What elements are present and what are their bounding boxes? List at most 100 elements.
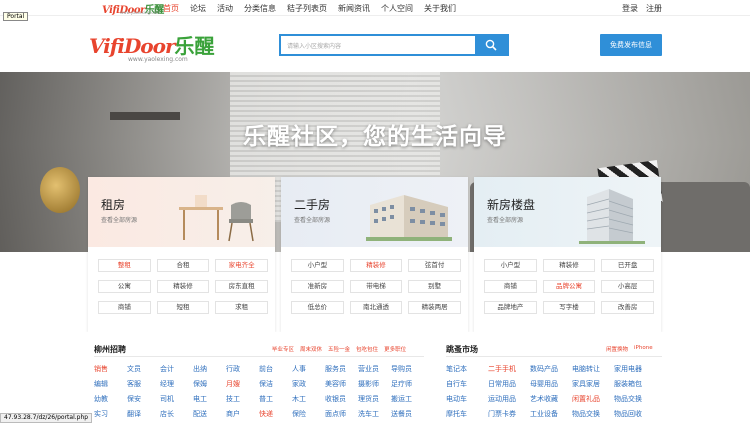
job-category-link[interactable]: 配送 <box>193 409 226 419</box>
nav-link[interactable]: 关于我们 <box>424 3 456 14</box>
nav-link[interactable]: 秸子列表页 <box>287 3 327 14</box>
tag-button[interactable]: 准新房 <box>291 280 344 293</box>
tag-button[interactable]: 精装修 <box>156 280 210 293</box>
market-category-link[interactable]: 物品交换 <box>614 394 656 404</box>
market-category-link[interactable]: 艺术收藏 <box>530 394 572 404</box>
job-category-link[interactable]: 会计 <box>160 364 193 374</box>
job-category-link[interactable]: 出纳 <box>193 364 226 374</box>
tag-button[interactable]: 小高层 <box>601 280 654 293</box>
tag-button[interactable]: 小户型 <box>291 259 344 272</box>
card-title[interactable]: 租房 <box>101 196 125 213</box>
jobs-quick-link[interactable]: 包吃包住 <box>356 345 378 353</box>
job-category-link[interactable]: 编辑 <box>94 379 127 389</box>
tag-button[interactable]: 合租 <box>156 259 210 272</box>
job-category-link[interactable]: 人事 <box>292 364 325 374</box>
job-category-link[interactable]: 保安 <box>127 394 160 404</box>
job-category-link[interactable]: 美容师 <box>325 379 358 389</box>
card-subtitle[interactable]: 查看全部房源 <box>487 215 523 224</box>
job-category-link[interactable]: 搬运工 <box>391 394 424 404</box>
market-category-link[interactable]: 摩托车 <box>446 409 488 419</box>
market-category-link[interactable]: 物品回收 <box>614 409 656 419</box>
tag-button[interactable]: 房东直租 <box>215 280 268 293</box>
job-category-link[interactable]: 营业员 <box>358 364 391 374</box>
market-category-link[interactable]: 门票卡券 <box>488 409 530 419</box>
market-category-link[interactable]: 笔记本 <box>446 364 488 374</box>
job-category-link[interactable]: 保姆 <box>193 379 226 389</box>
site-logo[interactable]: VifiDoor乐醒 <box>89 30 215 59</box>
market-category-link[interactable]: 数码产品 <box>530 364 572 374</box>
job-category-link[interactable]: 足疗师 <box>391 379 424 389</box>
job-category-link[interactable]: 服务员 <box>325 364 358 374</box>
register-link[interactable]: 注册 <box>646 3 662 14</box>
job-category-link[interactable]: 普工 <box>259 394 292 404</box>
market-category-link[interactable]: 家具家居 <box>572 379 614 389</box>
market-category-link[interactable]: 服装箱包 <box>614 379 656 389</box>
jobs-quick-link[interactable]: 更多职位 <box>384 345 406 353</box>
nav-link[interactable]: 个人空间 <box>381 3 413 14</box>
nav-link[interactable]: 首页 <box>163 3 179 14</box>
market-category-link[interactable]: 电动车 <box>446 394 488 404</box>
search-input[interactable]: 请输入小区搜索内容 <box>287 41 341 50</box>
tag-button[interactable]: 家电齐全 <box>215 259 268 272</box>
job-category-link[interactable]: 实习 <box>94 409 127 419</box>
job-category-link[interactable]: 技工 <box>226 394 259 404</box>
market-category-link[interactable]: 自行车 <box>446 379 488 389</box>
job-category-link[interactable]: 保险 <box>292 409 325 419</box>
tag-button[interactable]: 品牌地产 <box>484 301 537 314</box>
market-quick-link[interactable]: 闲置换物 <box>606 345 628 353</box>
market-category-link[interactable]: 运动用品 <box>488 394 530 404</box>
job-category-link[interactable]: 月嫂 <box>226 379 259 389</box>
market-category-link[interactable]: 工业设备 <box>530 409 572 419</box>
tag-button[interactable]: 公寓 <box>98 280 151 293</box>
market-category-link[interactable]: 电脑转让 <box>572 364 614 374</box>
jobs-quick-link[interactable]: 五险一金 <box>328 345 350 353</box>
job-category-link[interactable]: 文员 <box>127 364 160 374</box>
publish-button[interactable]: 免费发布信息 <box>600 34 662 56</box>
tag-button[interactable]: 低总价 <box>291 301 344 314</box>
job-category-link[interactable]: 电工 <box>193 394 226 404</box>
job-category-link[interactable]: 店长 <box>160 409 193 419</box>
tag-button[interactable]: 精装修 <box>542 259 596 272</box>
login-link[interactable]: 登录 <box>622 3 638 14</box>
job-category-link[interactable]: 摄影师 <box>358 379 391 389</box>
tag-button[interactable]: 精装修 <box>349 259 403 272</box>
card-title[interactable]: 二手房 <box>294 196 330 213</box>
jobs-section-title[interactable]: 柳州招聘 <box>94 344 126 355</box>
tag-button[interactable]: 小户型 <box>484 259 537 272</box>
market-category-link[interactable]: 家用电器 <box>614 364 656 374</box>
job-category-link[interactable]: 经理 <box>160 379 193 389</box>
tag-button[interactable]: 弦首付 <box>408 259 461 272</box>
job-category-link[interactable]: 收银员 <box>325 394 358 404</box>
tag-button[interactable]: 求租 <box>215 301 268 314</box>
nav-link[interactable]: 分类信息 <box>244 3 276 14</box>
job-category-link[interactable]: 送餐员 <box>391 409 424 419</box>
tag-button[interactable]: 带电梯 <box>349 280 403 293</box>
job-category-link[interactable]: 前台 <box>259 364 292 374</box>
card-subtitle[interactable]: 查看全部房源 <box>294 215 330 224</box>
card-subtitle[interactable]: 查看全部房源 <box>101 215 137 224</box>
tag-button[interactable]: 品牌公寓 <box>542 280 596 293</box>
tag-button[interactable]: 商铺 <box>484 280 537 293</box>
job-category-link[interactable]: 家政 <box>292 379 325 389</box>
tag-button[interactable]: 改善房 <box>601 301 654 314</box>
job-category-link[interactable]: 理货员 <box>358 394 391 404</box>
market-category-link[interactable]: 物品交换 <box>572 409 614 419</box>
search-button[interactable] <box>475 36 507 54</box>
job-category-link[interactable]: 销售 <box>94 364 127 374</box>
market-category-link[interactable]: 二手手机 <box>488 364 530 374</box>
tag-button[interactable]: 写字楼 <box>542 301 596 314</box>
jobs-quick-link[interactable]: 周末双休 <box>300 345 322 353</box>
tag-button[interactable]: 南北通透 <box>349 301 403 314</box>
tag-button[interactable]: 商铺 <box>98 301 151 314</box>
market-category-link[interactable]: 闲置礼品 <box>572 394 614 404</box>
job-category-link[interactable]: 洗车工 <box>358 409 391 419</box>
market-quick-link[interactable]: iPhone <box>634 345 653 353</box>
tag-button[interactable]: 别墅 <box>408 280 461 293</box>
job-category-link[interactable]: 司机 <box>160 394 193 404</box>
job-category-link[interactable]: 商户 <box>226 409 259 419</box>
job-category-link[interactable]: 幼教 <box>94 394 127 404</box>
tag-button[interactable]: 整租 <box>98 259 151 272</box>
nav-link[interactable]: 新闻资讯 <box>338 3 370 14</box>
job-category-link[interactable]: 保洁 <box>259 379 292 389</box>
card-title[interactable]: 新房楼盘 <box>487 196 535 213</box>
